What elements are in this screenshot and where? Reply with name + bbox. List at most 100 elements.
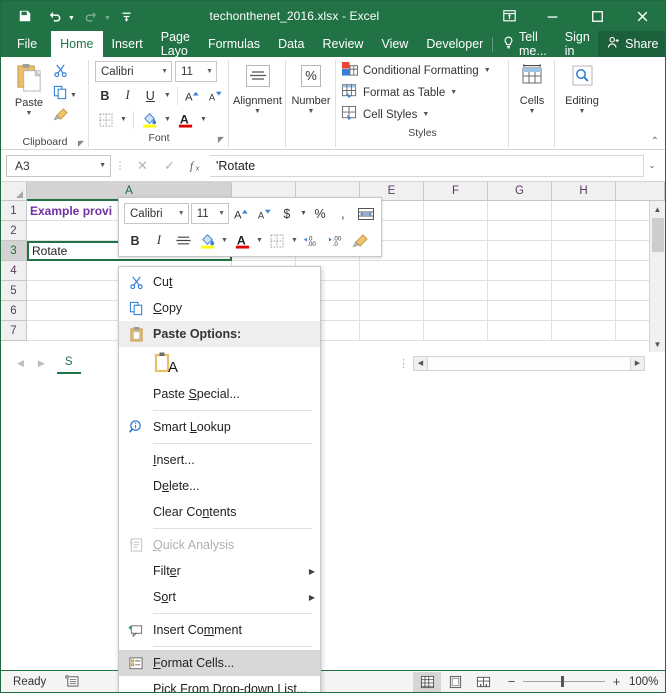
cell-h7[interactable] bbox=[552, 321, 616, 341]
decrease-decimal-icon[interactable]: .0.00 bbox=[301, 230, 323, 252]
chevron-down-icon[interactable]: ▼ bbox=[161, 68, 168, 75]
menu-item-insert-comment[interactable]: Insert Comment bbox=[119, 617, 320, 643]
cell-e4[interactable] bbox=[360, 261, 424, 281]
collapse-ribbon-icon[interactable]: ⌃ bbox=[651, 136, 659, 147]
mini-format-painter-icon[interactable] bbox=[349, 230, 371, 252]
mini-borders-button[interactable] bbox=[266, 230, 288, 252]
cell-h2[interactable] bbox=[552, 221, 616, 241]
mini-shrink-font-button[interactable]: A bbox=[254, 203, 275, 225]
insert-function-icon[interactable]: fx bbox=[183, 155, 210, 177]
scroll-left-arrow[interactable]: ◀ bbox=[413, 356, 428, 371]
mini-font-color-dropdown-arrow[interactable]: ▼ bbox=[255, 237, 264, 244]
row-header-4[interactable]: 4 bbox=[1, 261, 27, 281]
cell-f6[interactable] bbox=[424, 301, 488, 321]
tab-formulas[interactable]: Formulas bbox=[199, 31, 269, 57]
cell-g1[interactable] bbox=[488, 201, 552, 221]
menu-item-copy[interactable]: Copy bbox=[119, 295, 320, 321]
clipboard-dialog-launcher[interactable]: ◤ bbox=[78, 139, 84, 148]
formula-bar-handle[interactable]: ⋮ bbox=[111, 159, 129, 172]
tab-data[interactable]: Data bbox=[269, 31, 313, 57]
cell-h1[interactable] bbox=[552, 201, 616, 221]
horizontal-scroll-track[interactable] bbox=[428, 356, 630, 371]
font-name-combo[interactable]: Calibri ▼ bbox=[95, 61, 172, 82]
tab-page-layout[interactable]: Page Layo bbox=[152, 31, 199, 57]
alignment-button[interactable]: Alignment ▼ bbox=[234, 61, 282, 115]
cell-h5[interactable] bbox=[552, 281, 616, 301]
row-header-7[interactable]: 7 bbox=[1, 321, 27, 341]
font-dialog-launcher[interactable]: ◤ bbox=[218, 135, 224, 144]
cell-e7[interactable] bbox=[360, 321, 424, 341]
shrink-font-button[interactable]: A bbox=[205, 85, 225, 106]
underline-button[interactable]: U bbox=[140, 85, 160, 106]
cell-styles-button[interactable]: Cell Styles ▼ bbox=[341, 104, 505, 125]
maximize-icon[interactable] bbox=[575, 1, 620, 31]
ribbon-display-options-icon[interactable] bbox=[488, 1, 530, 31]
tab-file[interactable]: File bbox=[1, 31, 51, 57]
menu-item-smart-lookup[interactable]: Smart Lookup bbox=[119, 414, 320, 440]
font-size-combo[interactable]: 11 ▼ bbox=[175, 61, 217, 82]
merge-cells-icon[interactable] bbox=[355, 203, 376, 225]
column-header-f[interactable]: F bbox=[424, 182, 488, 201]
cell-e6[interactable] bbox=[360, 301, 424, 321]
mini-accounting-format-button[interactable]: $ bbox=[277, 203, 298, 225]
mini-comma-style-button[interactable]: , bbox=[332, 203, 353, 225]
paste-values-icon[interactable]: A bbox=[153, 349, 181, 380]
cell-h3[interactable] bbox=[552, 241, 616, 261]
scroll-up-arrow[interactable]: ▲ bbox=[650, 201, 666, 217]
row-header-2[interactable]: 2 bbox=[1, 221, 27, 241]
menu-item-sort[interactable]: Sort ▶ bbox=[119, 584, 320, 610]
sign-in-button[interactable]: Sign in bbox=[557, 31, 598, 57]
chevron-down-icon[interactable]: ▼ bbox=[422, 111, 429, 118]
row-header-3[interactable]: 3 bbox=[1, 241, 27, 261]
chevron-down-icon[interactable]: ▼ bbox=[484, 67, 491, 74]
menu-item-format-cells[interactable]: Format Cells... bbox=[119, 650, 320, 676]
save-icon[interactable] bbox=[11, 4, 39, 28]
column-header-i[interactable] bbox=[616, 182, 665, 201]
expand-formula-bar-icon[interactable]: ⌄ bbox=[644, 161, 660, 170]
format-painter-button[interactable] bbox=[53, 107, 77, 127]
record-macro-icon[interactable] bbox=[64, 674, 79, 690]
font-color-button[interactable]: A bbox=[175, 109, 196, 130]
chevron-down-icon[interactable]: ▼ bbox=[206, 68, 213, 75]
cell-h4[interactable] bbox=[552, 261, 616, 281]
increase-decimal-icon[interactable]: .00.0 bbox=[325, 230, 347, 252]
cell-h6[interactable] bbox=[552, 301, 616, 321]
editing-button[interactable]: Editing ▼ bbox=[559, 61, 605, 115]
editing-dropdown-arrow[interactable]: ▼ bbox=[579, 108, 586, 115]
chevron-down-icon[interactable]: ▼ bbox=[218, 210, 225, 217]
row-header-5[interactable]: 5 bbox=[1, 281, 27, 301]
menu-item-paste-special[interactable]: Paste Special... bbox=[119, 381, 320, 407]
row-header-1[interactable]: 1 bbox=[1, 201, 27, 221]
scroll-down-arrow[interactable]: ▼ bbox=[650, 336, 666, 352]
zoom-level[interactable]: 100% bbox=[629, 676, 665, 688]
fill-color-dropdown-arrow[interactable]: ▼ bbox=[163, 116, 172, 123]
row-header-6[interactable]: 6 bbox=[1, 301, 27, 321]
tab-developer[interactable]: Developer bbox=[417, 31, 492, 57]
mini-center-align-button[interactable] bbox=[172, 230, 194, 252]
menu-item-delete[interactable]: Delete... bbox=[119, 473, 320, 499]
close-icon[interactable] bbox=[620, 1, 665, 31]
menu-item-filter[interactable]: Filter ▶ bbox=[119, 558, 320, 584]
format-as-table-button[interactable]: Format as Table ▼ bbox=[341, 82, 505, 103]
cell-f7[interactable] bbox=[424, 321, 488, 341]
menu-item-insert[interactable]: Insert... bbox=[119, 447, 320, 473]
tab-view[interactable]: View bbox=[372, 31, 417, 57]
number-dropdown-arrow[interactable]: ▼ bbox=[308, 108, 315, 115]
tell-me-search[interactable]: Tell me... bbox=[493, 31, 557, 57]
cell-f5[interactable] bbox=[424, 281, 488, 301]
cell-f4[interactable] bbox=[424, 261, 488, 281]
mini-fill-color-dropdown-arrow[interactable]: ▼ bbox=[220, 237, 229, 244]
mini-font-name-combo[interactable]: Calibri ▼ bbox=[124, 203, 189, 224]
chevron-down-icon[interactable]: ▼ bbox=[99, 162, 106, 169]
select-all-corner[interactable] bbox=[1, 182, 27, 201]
menu-item-clear-contents[interactable]: Clear Contents bbox=[119, 499, 320, 525]
font-color-dropdown-arrow[interactable]: ▼ bbox=[199, 116, 208, 123]
mini-fill-color-button[interactable] bbox=[196, 230, 218, 252]
cell-g7[interactable] bbox=[488, 321, 552, 341]
cell-g3[interactable] bbox=[488, 241, 552, 261]
vertical-scrollbar[interactable]: ▲ ▼ bbox=[649, 201, 665, 352]
bold-button[interactable]: B bbox=[95, 85, 115, 106]
minimize-icon[interactable] bbox=[530, 1, 575, 31]
formula-input[interactable]: 'Rotate bbox=[210, 155, 644, 177]
column-header-h[interactable]: H bbox=[552, 182, 616, 201]
